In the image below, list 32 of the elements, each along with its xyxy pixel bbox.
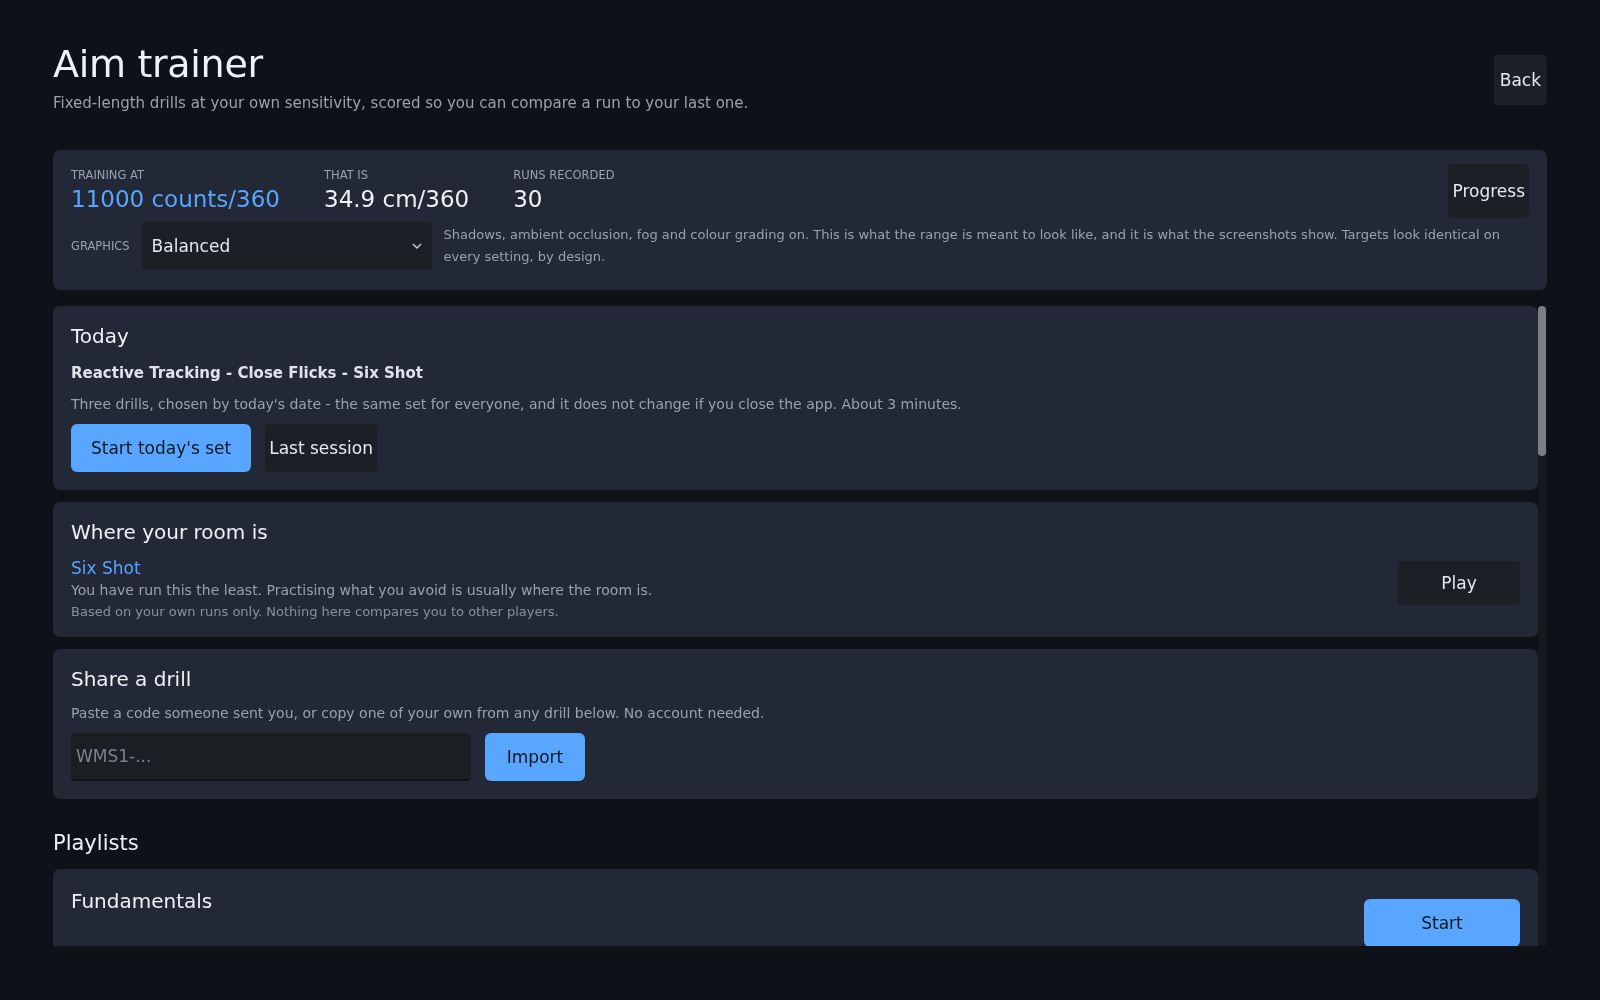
card-note: Three drills, chosen by today's date - the same set for everyone, and it does not change if you close the app. About 3 minutes. [71,396,963,412]
stat-label: TRAINING AT [71,168,145,182]
stat-value: 30 [513,186,544,212]
start-button[interactable]: Start today's set [71,424,252,472]
drill-list: Reactive Tracking - Close Flicks - Six Shot [71,364,1520,382]
page-title: Aim trainer [53,42,264,86]
card-note: You have run this the least. Practising what you avoid is usually where the room is. [71,582,653,598]
drill-link[interactable]: Six Shot [71,558,653,578]
last-session-button[interactable]: Last session [265,424,377,472]
play-button[interactable]: Play [1398,561,1520,605]
stat-value: 11000 counts/360 [71,186,280,212]
chevron-down-icon [411,243,422,249]
card-heading: Share a drill [71,667,193,691]
progress-button[interactable]: Progress [1448,164,1529,218]
graphics-description: Shadows, ambient occlusion, fog and colour grading on. This is what the range is meant to look like, and it is what the screenshots show. Targets look identical on every setting, by design. [443,226,1501,266]
stat-label: THAT IS [324,168,370,182]
card-footnote: Based on your own runs only. Nothing here compares you to other players. [71,604,560,619]
card-heading: Today [71,324,130,348]
back-button[interactable]: Back [1493,55,1547,105]
graphics-label: GRAPHICS [71,239,130,253]
graphics-dropdown[interactable]: Balanced [141,222,432,270]
stat-label: RUNS RECORDED [513,168,615,182]
start-button[interactable]: Start [1364,899,1520,946]
section-heading: Playlists [53,831,140,855]
stat-value: 34.9 cm/360 [324,186,470,212]
page-subtitle: Fixed-length drills at your own sensitivity, scored so you can compare a run to your last one. [53,94,749,112]
scrollbar-thumb[interactable] [1538,306,1546,456]
code-field[interactable]: WMS1-... [71,733,471,781]
playlist-name: Fundamentals [71,889,213,913]
card-heading: Where your room is [71,520,269,544]
card-note: Paste a code someone sent you, or copy one of your own from any drill below. No account needed. [71,705,766,721]
import-button[interactable]: Import [485,733,585,781]
